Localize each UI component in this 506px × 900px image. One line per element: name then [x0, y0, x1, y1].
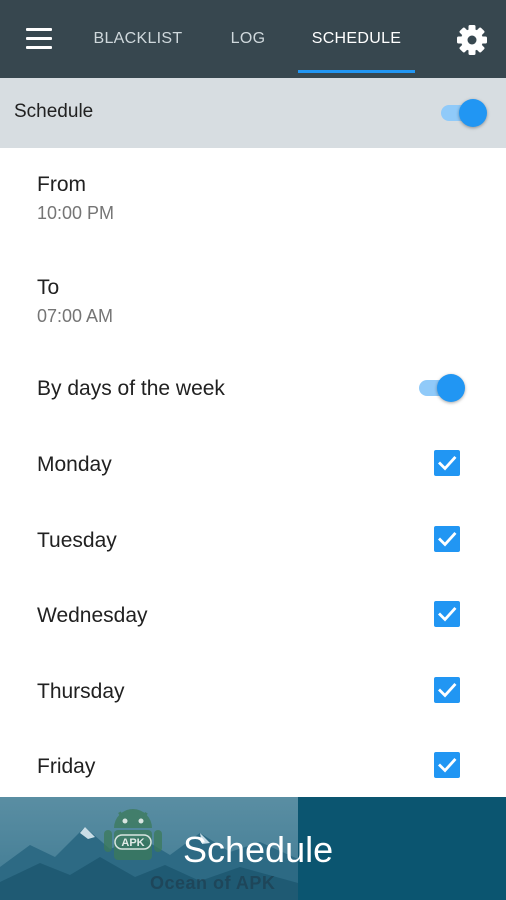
monday-checkbox[interactable]	[434, 450, 460, 476]
switch-thumb	[459, 99, 487, 127]
tuesday-checkbox[interactable]	[434, 526, 460, 552]
day-label-thursday: Thursday	[37, 680, 125, 703]
day-label-friday: Friday	[37, 755, 96, 778]
day-label-tuesday: Tuesday	[37, 529, 117, 552]
apk-badge-text: APK	[121, 837, 144, 849]
checkmark-icon	[438, 532, 457, 547]
active-tab-indicator	[298, 70, 415, 73]
watermark-text: Ocean of APK	[150, 873, 276, 893]
by-days-switch[interactable]	[419, 370, 465, 406]
day-label-wednesday: Wednesday	[37, 604, 148, 627]
by-days-label: By days of the week	[37, 377, 225, 400]
banner-title: Schedule	[183, 829, 334, 870]
tab-blacklist[interactable]: BLACKLIST	[88, 0, 188, 78]
schedule-header-label: Schedule	[14, 101, 94, 122]
wednesday-checkbox[interactable]	[434, 601, 460, 627]
to-label: To	[37, 276, 60, 299]
checkmark-icon	[438, 758, 457, 773]
to-time: 07:00 AM	[37, 306, 114, 326]
android-robot-icon: APK	[104, 809, 162, 860]
thursday-checkbox[interactable]	[434, 677, 460, 703]
schedule-header-row: Schedule	[0, 78, 506, 148]
checkmark-icon	[438, 607, 457, 622]
schedule-enable-switch[interactable]	[441, 95, 487, 131]
from-label: From	[37, 173, 86, 196]
app-toolbar: BLACKLIST LOG SCHEDULE	[0, 0, 506, 78]
tab-schedule[interactable]: SCHEDULE	[298, 0, 415, 78]
checkmark-icon	[438, 683, 457, 698]
from-time: 10:00 PM	[37, 203, 115, 223]
switch-thumb	[437, 374, 465, 402]
promo-banner: APK Schedule Ocean of APK	[0, 797, 506, 900]
checkmark-icon	[438, 456, 457, 471]
tab-log[interactable]: LOG	[222, 0, 274, 78]
settings-gear-icon[interactable]	[454, 22, 490, 58]
hamburger-menu-icon[interactable]	[22, 25, 56, 53]
day-label-monday: Monday	[37, 453, 112, 476]
friday-checkbox[interactable]	[434, 752, 460, 778]
